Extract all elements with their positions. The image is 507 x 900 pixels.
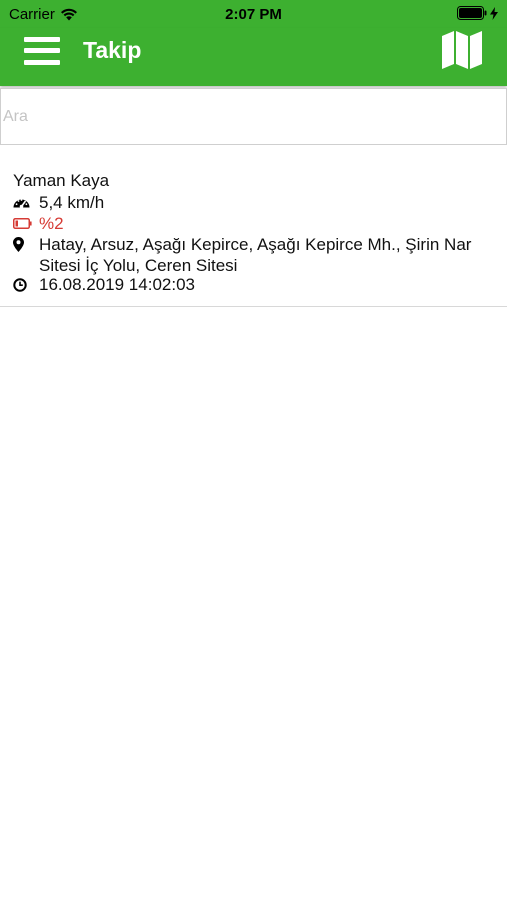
datetime-value: 16.08.2019 14:02:03 bbox=[39, 275, 195, 294]
battery-row: %2 bbox=[13, 213, 64, 234]
tracker-name: Yaman Kaya bbox=[13, 171, 110, 190]
address-row: Hatay, Arsuz, Aşağı Kepirce, Aşağı Kepir… bbox=[13, 234, 494, 276]
status-battery-icon bbox=[457, 6, 487, 20]
map-icon[interactable] bbox=[441, 30, 483, 70]
battery-low-icon bbox=[13, 213, 39, 234]
hamburger-menu-icon[interactable] bbox=[24, 34, 60, 68]
clock: 2:07 PM bbox=[225, 6, 282, 23]
speed-row: 5,4 km/h bbox=[13, 192, 104, 213]
clock-icon bbox=[13, 274, 39, 295]
speed-value: 5,4 km/h bbox=[39, 193, 105, 212]
battery-value: %2 bbox=[39, 214, 64, 233]
status-bar: Carrier 2:07 PM bbox=[0, 0, 507, 28]
nav-bar: Takip bbox=[0, 28, 507, 86]
charging-bolt-icon bbox=[490, 6, 498, 20]
address-value: Hatay, Arsuz, Aşağı Kepirce, Aşağı Kepir… bbox=[39, 235, 472, 275]
speedometer-icon bbox=[13, 192, 39, 213]
search-input[interactable] bbox=[3, 89, 498, 144]
page-title: Takip bbox=[83, 37, 142, 63]
search-box bbox=[0, 88, 507, 145]
list-item[interactable]: Yaman Kaya 5,4 km/h %2 Hatay, Arsuz, Aşa… bbox=[0, 168, 507, 307]
datetime-row: 16.08.2019 14:02:03 bbox=[13, 274, 195, 295]
app-screen: Carrier 2:07 PM Takip Ara Yaman Kaya 5,4… bbox=[0, 0, 507, 900]
battery-status bbox=[457, 6, 498, 20]
map-marker-icon bbox=[13, 234, 39, 255]
